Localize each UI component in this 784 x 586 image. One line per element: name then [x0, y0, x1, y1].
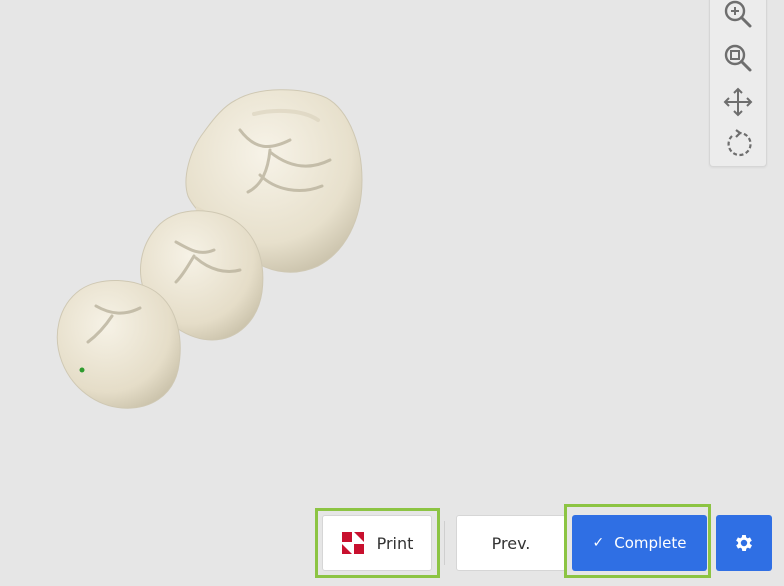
zoom-in-button[interactable] [720, 0, 756, 32]
3d-viewport[interactable] [0, 0, 784, 586]
rotate-button[interactable] [720, 126, 756, 162]
print-label: Print [376, 533, 414, 553]
prev-label: Prev. [491, 533, 531, 553]
pan-button[interactable] [720, 84, 756, 120]
print-button[interactable]: Print [322, 515, 432, 571]
complete-button[interactable]: ✓ Complete [572, 515, 707, 571]
print-logo-icon [341, 532, 364, 554]
view-toolbar [709, 0, 767, 167]
gear-icon [736, 535, 752, 551]
check-icon: ✓ [592, 535, 605, 551]
dental-bridge-model[interactable] [0, 0, 784, 586]
move-icon [723, 87, 753, 117]
zoom-in-icon [724, 0, 752, 28]
settings-button[interactable] [716, 515, 772, 571]
zoom-fit-icon [724, 44, 752, 72]
complete-label: Complete [614, 534, 687, 552]
prev-button[interactable]: Prev. [456, 515, 566, 571]
button-divider [444, 521, 445, 565]
rotate-icon [727, 129, 752, 157]
zoom-fit-button[interactable] [720, 40, 756, 76]
